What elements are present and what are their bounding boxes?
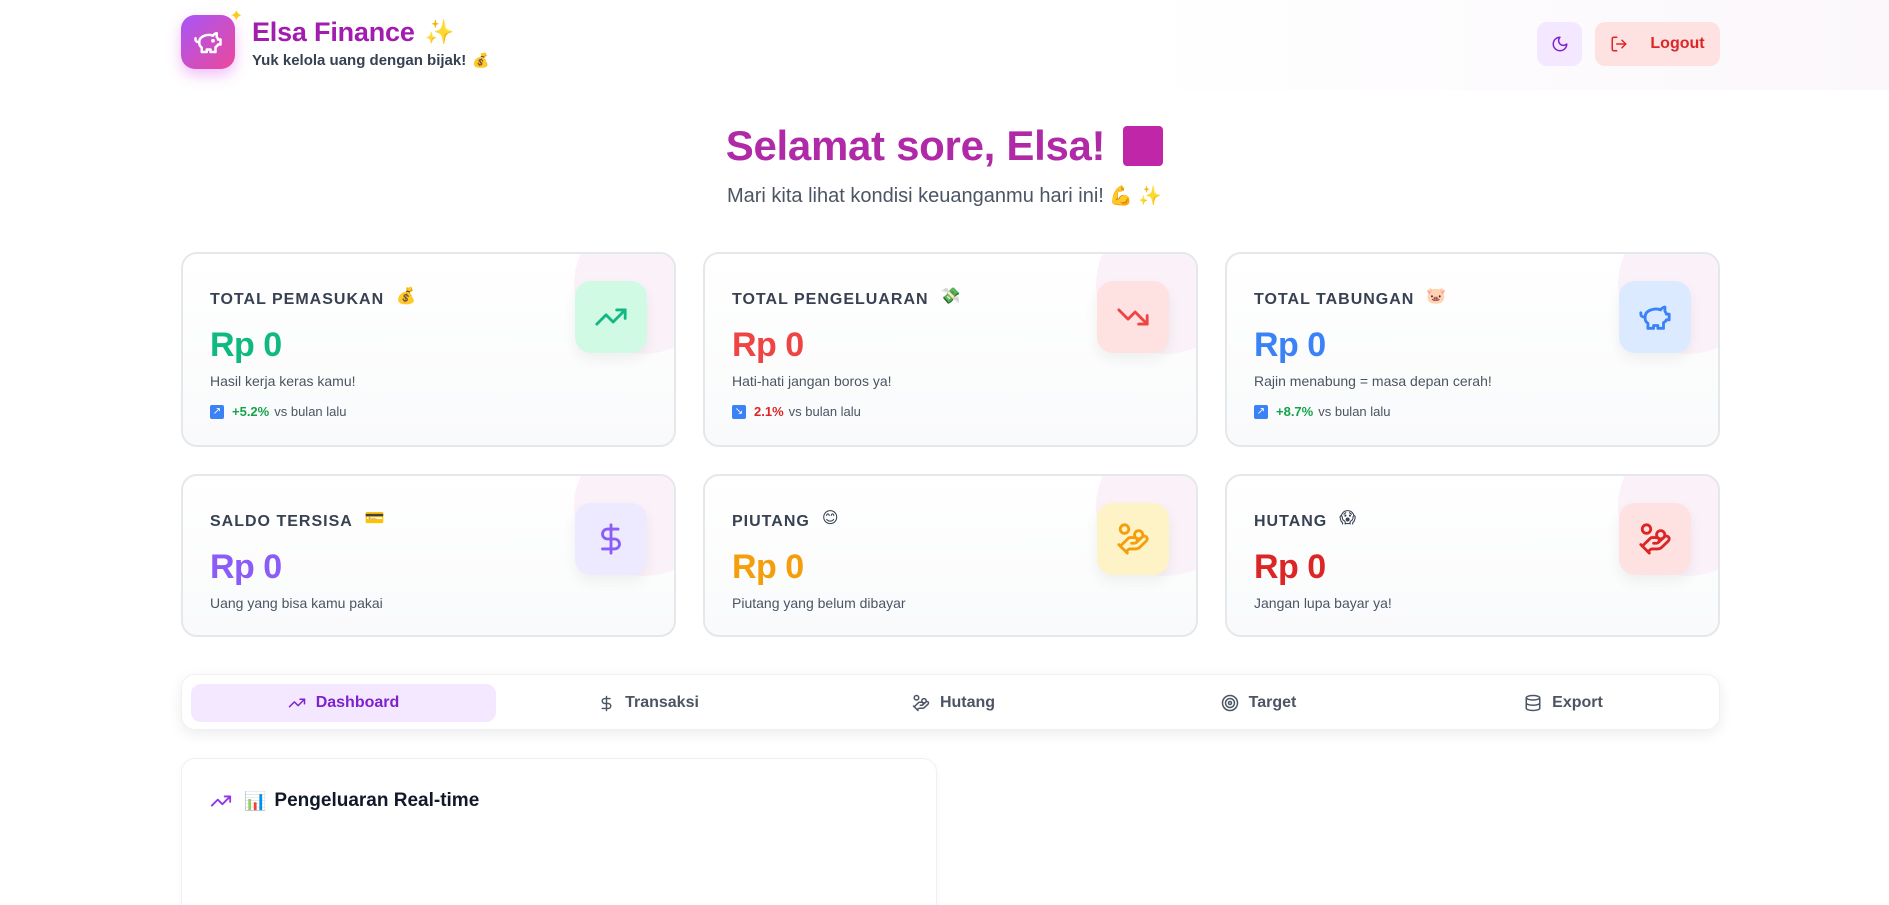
tab-dashboard[interactable]: Dashboard bbox=[191, 684, 496, 722]
greeting-section: Selamat sore, Elsa! Mari kita lihat kond… bbox=[0, 122, 1889, 208]
moon-icon bbox=[1552, 36, 1567, 52]
card-label: SALDO TERSISA 💳 bbox=[210, 510, 386, 530]
arrow-down-right-icon: ↘ bbox=[732, 404, 746, 419]
logout-label: Logout bbox=[1650, 35, 1705, 52]
card-total-pemasukan: TOTAL PEMASUKAN 💰 Rp 0 Hasil kerja keras … bbox=[181, 252, 676, 447]
target-icon bbox=[1221, 694, 1238, 712]
card-label: TOTAL TABUNGAN 🐷 bbox=[1254, 288, 1448, 308]
card-piutang: PIUTANG 😊 Rp 0 Piutang yang belum dibayar bbox=[703, 474, 1198, 637]
logout-icon bbox=[1611, 36, 1627, 52]
card-value: Rp 0 bbox=[732, 548, 804, 586]
trending-down-icon bbox=[1097, 281, 1169, 353]
theme-toggle-button[interactable] bbox=[1537, 22, 1582, 66]
card-desc: Uang yang bisa kamu pakai bbox=[210, 595, 383, 611]
card-label: TOTAL PEMASUKAN 💰 bbox=[210, 288, 418, 308]
card-desc: Piutang yang belum dibayar bbox=[732, 595, 906, 611]
card-trend: ↗ +5.2% vs bulan lalu bbox=[210, 404, 347, 419]
card-label: PIUTANG 😊 bbox=[732, 510, 840, 530]
card-value: Rp 0 bbox=[732, 326, 804, 364]
bar-chart-icon: 📊 bbox=[244, 790, 267, 811]
emoji-placeholder-icon bbox=[1123, 126, 1164, 166]
greeting-subtitle: Mari kita lihat kondisi keuanganmu hari … bbox=[726, 185, 1162, 207]
card-desc: Rajin menabung = masa depan cerah! bbox=[1254, 373, 1492, 389]
pig-face-icon: 🐷 bbox=[1426, 288, 1448, 305]
card-value: Rp 0 bbox=[210, 548, 282, 586]
sparkles-icon: ✨ bbox=[424, 19, 455, 46]
trending-up-icon bbox=[210, 795, 232, 807]
database-icon bbox=[1525, 694, 1541, 712]
card-value: Rp 0 bbox=[210, 326, 282, 364]
dollar-icon bbox=[601, 695, 612, 711]
card-value: Rp 0 bbox=[1254, 548, 1326, 586]
arrow-up-right-icon: ↗ bbox=[1254, 404, 1268, 419]
card-label: HUTANG 😱 bbox=[1254, 510, 1357, 530]
card-hutang: HUTANG 😱 Rp 0 Jangan lupa bayar ya! bbox=[1225, 474, 1720, 637]
app-subtitle: Yuk kelola uang dengan bijak! 💰 bbox=[252, 52, 490, 69]
card-total-pengeluaran: TOTAL PENGELUARAN 💸 Rp 0 Hati-hati jangan… bbox=[703, 252, 1198, 447]
trending-up-icon bbox=[575, 281, 647, 353]
tab-target[interactable]: Target bbox=[1106, 684, 1411, 722]
card-total-tabungan: TOTAL TABUNGAN 🐷 Rp 0 Rajin menabung = ma… bbox=[1225, 252, 1720, 447]
muscle-sparkle-icon: 💪 ✨ bbox=[1109, 186, 1162, 207]
panel-title: 📊 Pengeluaran Real-time bbox=[210, 790, 479, 812]
realtime-expense-panel: 📊 Pengeluaran Real-time bbox=[181, 758, 937, 905]
piggy-bank-icon bbox=[1619, 281, 1691, 353]
smile-icon: 😊 bbox=[821, 510, 840, 527]
card-desc: Hati-hati jangan boros ya! bbox=[732, 373, 892, 389]
card-trend: ↗ +8.7% vs bulan lalu bbox=[1254, 404, 1391, 419]
card-trend: ↘ 2.1% vs bulan lalu bbox=[732, 404, 861, 419]
logo: ✦ bbox=[181, 8, 243, 69]
hand-coins-icon bbox=[1619, 503, 1691, 575]
app-header: ✦ Elsa Finance ✨ Yuk kelola uang dengan … bbox=[0, 0, 1889, 90]
card-label: TOTAL PENGELUARAN 💸 bbox=[732, 288, 962, 308]
credit-card-icon: 💳 bbox=[364, 510, 386, 527]
piggy-bank-icon bbox=[194, 32, 222, 54]
tab-export[interactable]: Export bbox=[1411, 684, 1716, 722]
card-desc: Jangan lupa bayar ya! bbox=[1254, 595, 1392, 611]
money-bag-icon: 💰 bbox=[472, 52, 490, 68]
arrow-up-right-icon: ↗ bbox=[210, 404, 224, 419]
sparkle-icon: ✦ bbox=[229, 8, 243, 25]
hand-coins-icon bbox=[912, 694, 930, 712]
dollar-icon bbox=[575, 503, 647, 575]
hand-coins-icon bbox=[1097, 503, 1169, 575]
card-saldo-tersisa: SALDO TERSISA 💳 Rp 0 Uang yang bisa kamu … bbox=[181, 474, 676, 637]
app-title: Elsa Finance ✨ bbox=[252, 17, 455, 47]
scream-icon: 😱 bbox=[1339, 510, 1357, 527]
trending-up-icon bbox=[288, 698, 305, 708]
money-wings-icon: 💸 bbox=[940, 288, 962, 305]
tab-transaksi[interactable]: Transaksi bbox=[496, 684, 801, 722]
card-desc: Hasil kerja keras kamu! bbox=[210, 373, 356, 389]
card-value: Rp 0 bbox=[1254, 326, 1326, 364]
brand: ✦ Elsa Finance ✨ Yuk kelola uang dengan … bbox=[181, 8, 490, 69]
logout-button[interactable]: Logout bbox=[1595, 22, 1720, 66]
tab-hutang[interactable]: Hutang bbox=[801, 684, 1106, 722]
tab-bar: Dashboard Transaksi Hutang Target Export bbox=[181, 674, 1720, 730]
greeting-title: Selamat sore, Elsa! bbox=[726, 122, 1164, 170]
money-bag-icon: 💰 bbox=[396, 288, 418, 305]
